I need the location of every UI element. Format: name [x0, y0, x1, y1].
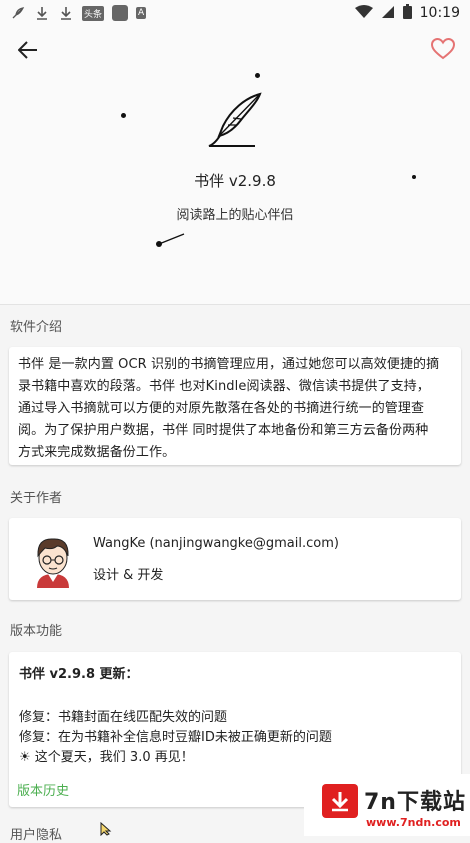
watermark-url: www.7ndn.com [366, 816, 461, 829]
intro-card: 书伴 是一款内置 OCR 识别的书摘管理应用，通过她您可以高效便捷的摘 录书籍中… [9, 347, 461, 465]
feather-icon [10, 5, 26, 21]
app-badge-icon: 头条 [82, 5, 105, 21]
version-line: 修复：在为书籍补全信息时豆瓣ID未被正确更新的问题 [19, 730, 332, 745]
avatar-cartoon-icon [37, 538, 69, 588]
watermark-overlay: 7n下载站 www.7ndn.com [304, 774, 470, 836]
version-history-link[interactable]: 版本历史 [17, 780, 69, 799]
app-header: 书伴 v2.9.8 阅读路上的贴心伴侣 [0, 26, 470, 305]
author-role: 设计 & 开发 [93, 568, 164, 583]
heart-outline-icon [431, 38, 455, 60]
arrow-left-icon [18, 41, 37, 59]
version-section-label: 版本功能 [10, 624, 63, 639]
app-tagline: 阅读路上的贴心伴侣 [176, 208, 294, 223]
status-bar: 头条 A 10:19 [0, 0, 470, 26]
download-arrow-icon [322, 784, 358, 818]
battery-icon [402, 3, 412, 23]
author-section-label: 关于作者 [10, 491, 63, 506]
app-title: 书伴 v2.9.8 [194, 172, 276, 190]
author-name: WangKe (nanjingwangke@gmail.com) [93, 536, 339, 551]
intro-line: 通过导入书摘就可以方便的对原先散落在各处的书摘进行统一的管理查 [18, 401, 425, 416]
intro-line: 录书籍中喜欢的段落。书伴 也对Kindle阅读器、微信读书提供了支持， [18, 379, 430, 394]
version-title: 书伴 v2.9.8 更新： [19, 667, 139, 682]
mouse-pointer-icon [100, 822, 112, 836]
app-square-icon [112, 5, 129, 21]
feather-quill-icon [208, 92, 262, 147]
font-a-icon: A [136, 7, 147, 19]
author-card: WangKe (nanjingwangke@gmail.com) 设计 & 开发 [9, 518, 461, 600]
status-time: 10:19 [419, 5, 460, 21]
download-icon [58, 5, 74, 21]
back-button[interactable] [14, 36, 42, 64]
wifi-icon [354, 4, 373, 23]
intro-line: 阅。为了保护用户数据，书伴 同时提供了本地备份和第三方云备份两种 [18, 423, 429, 438]
download-icon [34, 5, 50, 21]
version-line: ☀ 这个夏天，我们 3.0 再见！ [19, 750, 194, 765]
intro-section-label: 软件介绍 [10, 320, 63, 335]
version-line: 修复：书籍封面在线匹配失效的问题 [19, 710, 228, 725]
favorite-button[interactable] [428, 34, 458, 64]
intro-line: 书伴 是一款内置 OCR 识别的书摘管理应用，通过她您可以高效便捷的摘 [18, 357, 440, 372]
decor-line [156, 233, 185, 247]
intro-line: 方式来完成数据备份工作。 [18, 445, 176, 460]
privacy-section-label: 用户隐私 [10, 828, 63, 843]
watermark-title: 7n下载站 [364, 790, 466, 815]
intro-text: 书伴 是一款内置 OCR 识别的书摘管理应用，通过她您可以高效便捷的摘 录书籍中… [9, 347, 461, 464]
signal-icon [381, 4, 395, 23]
decor-dot [255, 73, 260, 78]
decor-dot [121, 113, 126, 118]
